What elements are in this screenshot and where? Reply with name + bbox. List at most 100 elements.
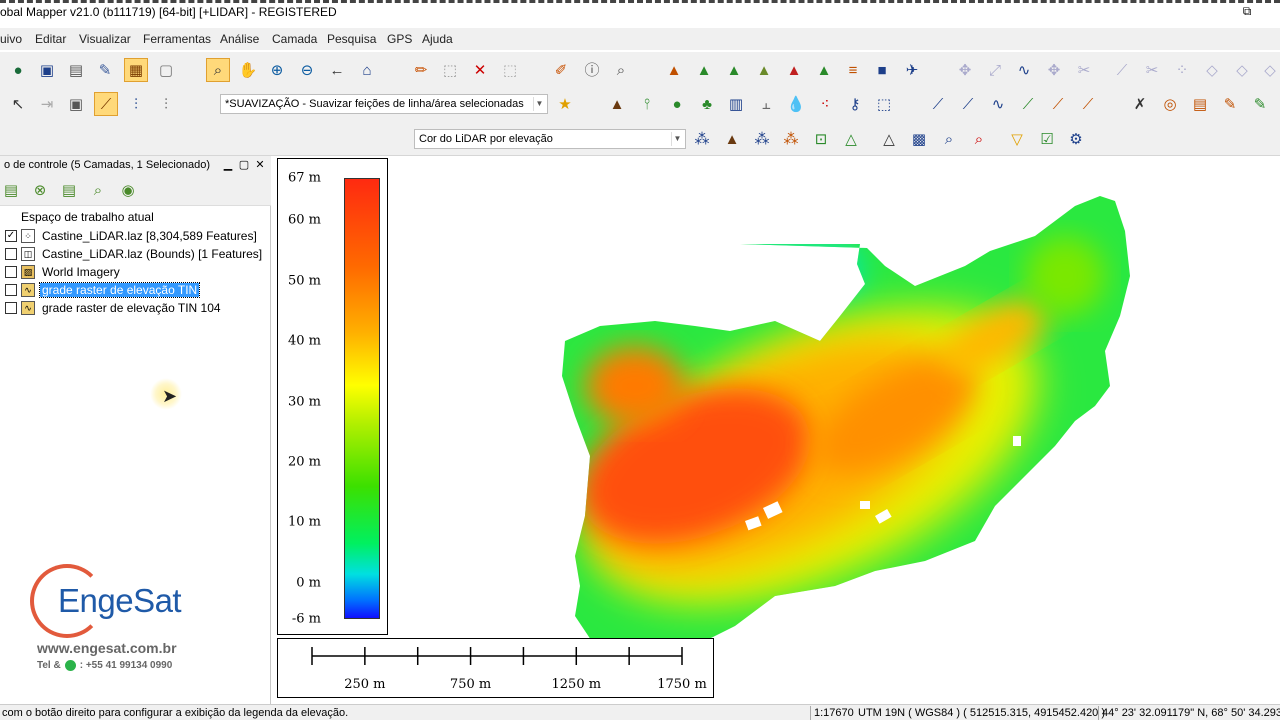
- powerline-icon[interactable]: ⫠: [754, 92, 778, 116]
- line-edit2-icon[interactable]: ⟋: [1046, 92, 1070, 116]
- layer-checkbox[interactable]: ✓: [5, 230, 17, 242]
- search-noise-icon[interactable]: ⌕: [967, 127, 991, 151]
- ruler-icon[interactable]: ▤: [1188, 92, 1212, 116]
- lidar-plus-icon[interactable]: ⁂: [779, 127, 803, 151]
- mountain-icon[interactable]: ▲: [605, 92, 629, 116]
- combine-terrain-icon[interactable]: ≡: [841, 58, 865, 82]
- layer-checkbox[interactable]: [5, 248, 17, 260]
- move-feature-icon[interactable]: ✥: [953, 58, 977, 82]
- pan-hand-icon[interactable]: ✋: [236, 58, 260, 82]
- zoom-tool-icon[interactable]: ⌕: [206, 58, 230, 82]
- key-icon[interactable]: ⚷: [843, 92, 867, 116]
- back-arrow-icon[interactable]: ←: [325, 58, 349, 82]
- save-icon[interactable]: ▣: [35, 58, 59, 82]
- add-layer-icon[interactable]: ▤: [0, 180, 22, 202]
- info-icon[interactable]: ⓘ: [580, 58, 604, 82]
- restore-window-icon[interactable]: ⧉: [1240, 4, 1254, 18]
- lidar-profile-icon[interactable]: ⫶: [124, 92, 148, 116]
- slope-icon[interactable]: ✗: [1128, 92, 1152, 116]
- close-icon[interactable]: ✕: [253, 158, 267, 172]
- menu-edit[interactable]: Editar: [35, 32, 66, 46]
- menu-analysis[interactable]: Análise: [220, 32, 259, 46]
- menu-view[interactable]: Visualizar: [79, 32, 131, 46]
- extract-icon[interactable]: ⬚: [872, 92, 896, 116]
- layer-row[interactable]: ∿ grade raster de elevação TIN: [5, 281, 201, 299]
- menu-file[interactable]: uivo: [0, 32, 22, 46]
- select-tool-icon[interactable]: ↖: [6, 92, 30, 116]
- home-icon[interactable]: ⌂: [355, 58, 379, 82]
- point-cloud-icon[interactable]: ⁘: [1170, 58, 1194, 82]
- bush-icon[interactable]: ●: [665, 92, 689, 116]
- polygon-edit-icon[interactable]: ◇: [1200, 58, 1224, 82]
- check-edit-icon[interactable]: ☑: [1035, 127, 1059, 151]
- raster-calc-icon[interactable]: ■: [870, 58, 894, 82]
- line-edit3-icon[interactable]: ⟋: [1076, 92, 1100, 116]
- watershed-icon[interactable]: ▲: [782, 58, 806, 82]
- zoom-out-icon[interactable]: ⊖: [295, 58, 319, 82]
- area-draw-icon[interactable]: ⟋: [1016, 92, 1040, 116]
- config-icon[interactable]: ▤: [64, 58, 88, 82]
- hatch-icon[interactable]: ▩: [907, 127, 931, 151]
- vertex-icon[interactable]: ◇: [1258, 58, 1280, 82]
- pencil2-icon[interactable]: ✎: [1218, 92, 1242, 116]
- layer-options-icon[interactable]: ▤: [58, 180, 80, 202]
- menu-layer[interactable]: Camada: [272, 32, 317, 46]
- building-icon[interactable]: ▥: [724, 92, 748, 116]
- lidar-terrain-icon[interactable]: ▲: [720, 127, 744, 151]
- target-icon[interactable]: ◎: [1158, 92, 1182, 116]
- line-edit-icon[interactable]: ⟋: [1110, 58, 1134, 82]
- settings-gear-icon[interactable]: ⚙: [1064, 127, 1088, 151]
- menu-gps[interactable]: GPS: [387, 32, 412, 46]
- cut-fill-icon[interactable]: ▲: [812, 58, 836, 82]
- gps-satellite-icon[interactable]: ✈: [900, 58, 924, 82]
- split-feature-icon[interactable]: ✂: [1072, 58, 1096, 82]
- polygon-cut-icon[interactable]: ◇: [1230, 58, 1254, 82]
- overview-icon[interactable]: ▦: [124, 58, 148, 82]
- lidar-box-icon[interactable]: ⊡: [809, 127, 833, 151]
- menu-help[interactable]: Ajuda: [422, 32, 453, 46]
- star-icon[interactable]: ★: [553, 92, 577, 116]
- lidar-points-icon[interactable]: ⁂: [690, 127, 714, 151]
- layer-row[interactable]: ▨ World Imagery: [5, 263, 122, 281]
- elevation-map[interactable]: [275, 156, 1280, 704]
- line-draw-icon[interactable]: ⟋: [926, 92, 950, 116]
- rotate-feature-icon[interactable]: ✥: [1042, 58, 1066, 82]
- find-icon[interactable]: ⌕: [609, 58, 633, 82]
- line-draw2-icon[interactable]: ⟋: [956, 92, 980, 116]
- layer-checkbox[interactable]: [5, 284, 17, 296]
- line-cut-icon[interactable]: ✂: [1140, 58, 1164, 82]
- grass-icon[interactable]: ⫯: [635, 92, 659, 116]
- lidar-grid-icon[interactable]: ⁂: [750, 127, 774, 151]
- path-profile-icon[interactable]: ⟋: [94, 92, 118, 116]
- menu-search[interactable]: Pesquisa: [327, 32, 376, 46]
- digitize-pencil-icon[interactable]: ✏: [409, 58, 433, 82]
- close-layer-icon[interactable]: ⊗: [29, 180, 51, 202]
- contour-icon[interactable]: ▲: [722, 58, 746, 82]
- scale-feature-icon[interactable]: ⤢: [983, 58, 1007, 82]
- pin-icon[interactable]: ▁: [221, 158, 235, 172]
- zoom-to-layer-icon[interactable]: ⌕: [87, 180, 109, 202]
- menu-tools[interactable]: Ferramentas: [143, 32, 211, 46]
- layer-row[interactable]: ∿ grade raster de elevação TIN 104: [5, 299, 223, 317]
- tree-icon[interactable]: ♣: [695, 92, 719, 116]
- filter-icon[interactable]: ▽: [1005, 127, 1029, 151]
- maximize-icon[interactable]: ▢: [237, 158, 251, 172]
- split-view-icon[interactable]: ⇥: [35, 92, 59, 116]
- water-drop-icon[interactable]: 💧: [784, 92, 808, 116]
- select-rect-icon[interactable]: ⬚: [438, 58, 462, 82]
- layer-row[interactable]: ✓ ⁘ Castine_LiDAR.laz [8,304,589 Feature…: [5, 227, 259, 245]
- view-shed-icon[interactable]: ▲: [692, 58, 716, 82]
- smoothing-operation-select[interactable]: *SUAVIZAÇÃO - Suavizar feições de linha/…: [220, 94, 548, 114]
- scale-bar[interactable]: 250 m 750 m 1250 m 1750 m: [277, 638, 714, 698]
- search-points-icon[interactable]: ⌕: [937, 127, 961, 151]
- 3d-view-icon[interactable]: ▣: [64, 92, 88, 116]
- eraser-icon[interactable]: ✎: [1248, 92, 1272, 116]
- measure-icon[interactable]: ✐: [549, 58, 573, 82]
- layer-row[interactable]: ◫ Castine_LiDAR.laz (Bounds) [1 Features…: [5, 245, 264, 263]
- noise-points-icon[interactable]: ⁖: [813, 92, 837, 116]
- toggle-visibility-icon[interactable]: ◉: [117, 180, 139, 202]
- reshape-icon[interactable]: ∿: [1012, 58, 1036, 82]
- layout-icon[interactable]: ▢: [154, 58, 178, 82]
- edit-vertex-icon[interactable]: ⬚: [498, 58, 522, 82]
- layer-checkbox[interactable]: [5, 266, 17, 278]
